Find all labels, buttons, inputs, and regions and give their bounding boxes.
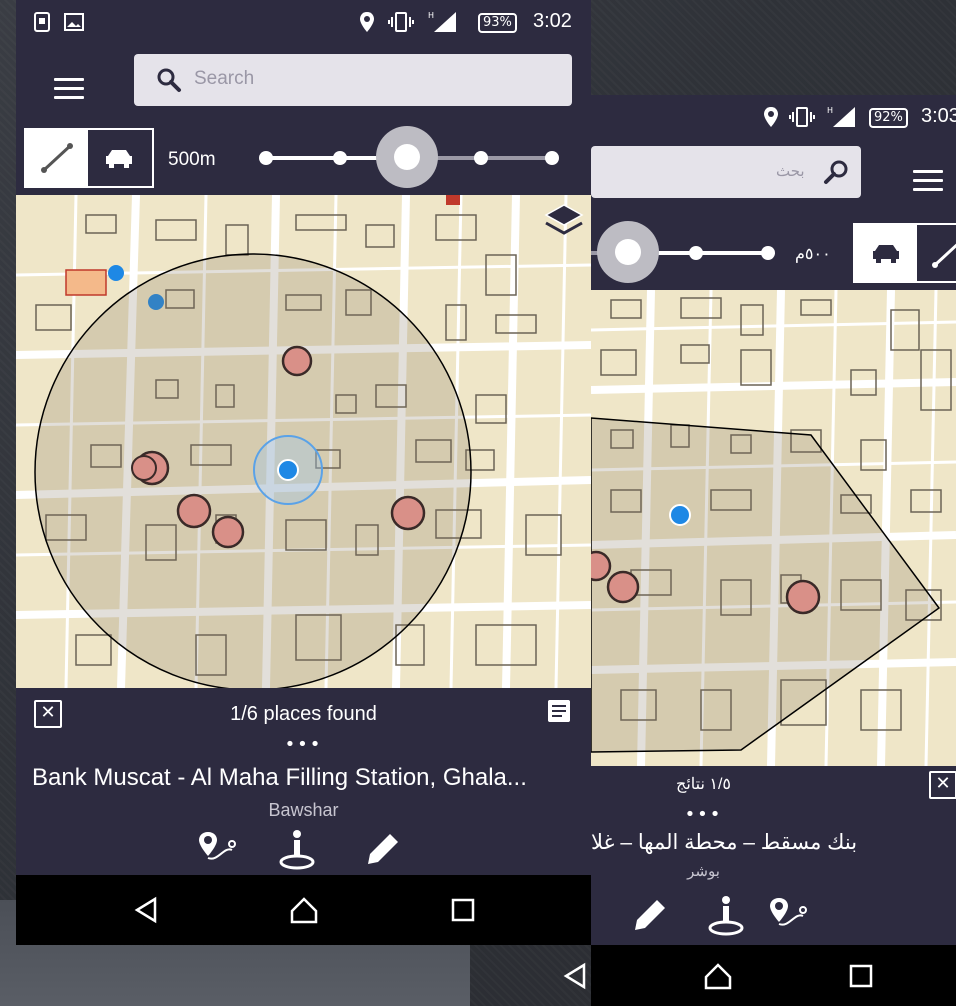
home-icon[interactable] <box>703 961 733 991</box>
top-bar: بحث <box>591 140 956 215</box>
current-location-dot <box>277 459 299 481</box>
slider-stop[interactable] <box>689 246 703 260</box>
place-area: بوشر <box>687 863 720 880</box>
home-icon[interactable] <box>289 895 319 925</box>
search-placeholder: Search <box>194 68 255 89</box>
slider-stop[interactable] <box>761 246 775 260</box>
phone-icon <box>34 12 50 32</box>
nearby-icon[interactable] <box>703 892 749 938</box>
route-mode-button[interactable] <box>917 225 956 281</box>
svg-text:H: H <box>428 11 434 20</box>
radius-value: ٥٠٠م <box>795 246 831 263</box>
system-nav-bar <box>591 945 956 1006</box>
radius-slider[interactable] <box>591 215 781 290</box>
car-mode-button[interactable] <box>88 130 150 186</box>
phone-screen-english: H 93% 3:02 Search 500m ✕ 1/6 places foun… <box>16 0 591 945</box>
back-icon[interactable] <box>560 961 590 991</box>
vibrate-icon <box>388 12 414 32</box>
map-view[interactable] <box>16 195 591 688</box>
slider-track-remaining <box>436 156 554 160</box>
slider-thumb[interactable] <box>376 126 438 188</box>
top-bar: Search <box>16 45 591 120</box>
route-icon <box>41 143 73 173</box>
location-icon <box>360 12 374 32</box>
route-icon <box>932 243 956 268</box>
hamburger-icon[interactable] <box>913 170 943 192</box>
status-bar: H 92% 3:03 <box>591 95 956 140</box>
recents-icon[interactable] <box>448 895 478 925</box>
status-time: 3:03 <box>921 105 956 127</box>
signal-icon: H <box>428 11 456 32</box>
car-mode-button[interactable] <box>855 225 917 281</box>
hamburger-icon[interactable] <box>54 78 84 100</box>
current-location-dot <box>669 504 691 526</box>
results-count: ١/٥ نتائج <box>675 776 732 793</box>
system-nav-bar <box>16 875 591 945</box>
signal-icon: H <box>827 106 855 127</box>
directions-icon[interactable] <box>194 826 240 872</box>
search-input[interactable]: بحث <box>591 146 861 198</box>
status-time: 3:02 <box>533 10 572 32</box>
place-name[interactable]: بنك مسقط – محطة المها – غلا <box>591 830 956 855</box>
travel-mode-toggle <box>853 223 956 283</box>
search-controls: 500m <box>16 120 591 195</box>
close-icon[interactable]: ✕ <box>929 771 956 799</box>
place-name[interactable]: Bank Muscat - Al Maha Filling Station, G… <box>32 764 591 792</box>
svg-text:H: H <box>827 106 833 115</box>
search-placeholder: بحث <box>776 163 805 180</box>
car-icon <box>106 150 132 168</box>
results-sheet: ✕ ١/٥ نتائج ••• بنك مسقط – محطة المها – … <box>591 766 956 945</box>
radius-value: 500m <box>168 149 216 170</box>
slider-stop[interactable] <box>474 151 488 165</box>
edit-icon[interactable] <box>627 892 673 938</box>
image-icon <box>64 13 84 31</box>
slider-thumb[interactable] <box>597 221 659 283</box>
place-area: Bawshar <box>268 800 339 820</box>
nearby-icon[interactable] <box>274 826 320 872</box>
results-sheet: ✕ 1/6 places found ••• Bank Muscat - Al … <box>16 688 591 875</box>
more-indicator[interactable]: ••• <box>591 804 886 825</box>
travel-mode-toggle <box>24 128 154 188</box>
back-icon[interactable] <box>131 895 161 925</box>
radius-slider[interactable] <box>256 120 566 195</box>
more-indicator[interactable]: ••• <box>16 734 591 755</box>
search-controls: ٥٠٠م <box>591 215 956 290</box>
search-icon <box>157 68 181 92</box>
directions-icon[interactable] <box>765 892 811 938</box>
edit-icon[interactable] <box>360 826 406 872</box>
battery-icon: 92% <box>869 108 908 128</box>
search-radius-circle <box>34 253 472 688</box>
slider-stop[interactable] <box>545 151 559 165</box>
search-input[interactable]: Search <box>134 54 572 106</box>
vibrate-icon <box>789 107 815 127</box>
results-count: 1/6 places found <box>230 703 377 725</box>
battery-icon: 93% <box>478 13 517 33</box>
slider-stop[interactable] <box>333 151 347 165</box>
recents-icon[interactable] <box>846 961 876 991</box>
location-icon <box>764 107 778 127</box>
search-icon <box>824 160 848 184</box>
route-mode-button[interactable] <box>26 130 88 186</box>
car-icon <box>873 245 899 263</box>
status-bar: H 93% 3:02 <box>16 0 591 45</box>
map-view[interactable] <box>591 290 956 766</box>
slider-stop[interactable] <box>259 151 273 165</box>
phone-screen-arabic: H 92% 3:03 بحث ٥٠٠م ✕ ١/٥ نتائج ••• بنك … <box>591 95 956 1006</box>
